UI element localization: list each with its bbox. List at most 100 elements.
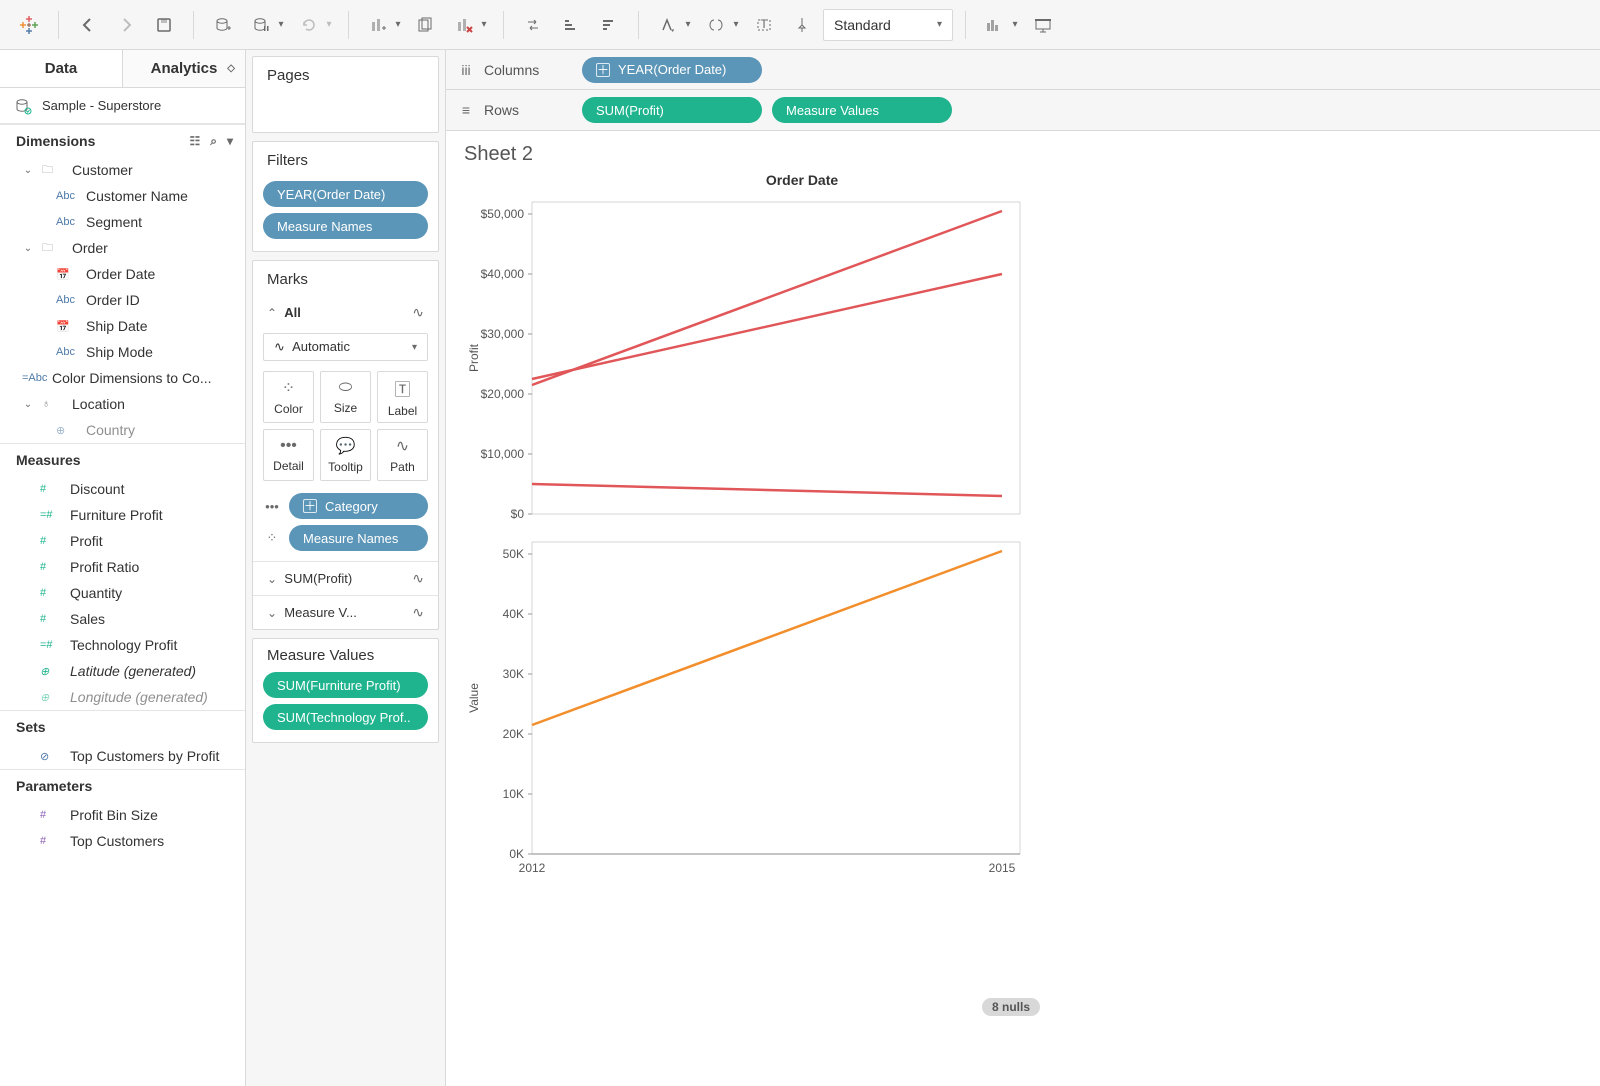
mv-pill-technology[interactable]: SUM(Technology Prof..: [263, 704, 428, 730]
marks-measure-values-toggle[interactable]: ⌄ Measure V... ∿: [253, 595, 438, 629]
field-technology-profit[interactable]: =#Technology Profit: [0, 632, 245, 658]
highlight-button[interactable]: [651, 8, 685, 42]
mark-color-button[interactable]: ⁘Color: [263, 371, 314, 423]
chart-svg[interactable]: $0$10,000$20,000$30,000$40,000$50,000Pro…: [462, 190, 1102, 910]
presentation-mode-button[interactable]: [1026, 8, 1060, 42]
mv-pill-furniture[interactable]: SUM(Furniture Profit): [263, 672, 428, 698]
field-group-order[interactable]: ⌄🗀Order: [0, 235, 245, 261]
save-button[interactable]: [147, 8, 181, 42]
field-top-customers-set[interactable]: ⊘Top Customers by Profit: [0, 743, 245, 769]
pause-datasource-button[interactable]: [244, 8, 278, 42]
field-customer-name[interactable]: AbcCustomer Name: [0, 183, 245, 209]
field-top-customers-param[interactable]: #Top Customers: [0, 828, 245, 854]
svg-text:Value: Value: [467, 683, 481, 713]
row-pill-sum-profit[interactable]: SUM(Profit): [582, 97, 762, 123]
chart[interactable]: Order Date $0$10,000$20,000$30,000$40,00…: [462, 172, 1584, 910]
field-sales[interactable]: #Sales: [0, 606, 245, 632]
field-ship-mode[interactable]: AbcShip Mode: [0, 339, 245, 365]
mark-size-button[interactable]: ⬭Size: [320, 371, 371, 423]
mark-label-button[interactable]: 🅃Label: [377, 371, 428, 423]
mark-path-button[interactable]: ∿Path: [377, 429, 428, 481]
field-profit-ratio[interactable]: #Profit Ratio: [0, 554, 245, 580]
field-order-id[interactable]: AbcOrder ID: [0, 287, 245, 313]
tableau-logo[interactable]: [12, 8, 46, 42]
view-as-list-icon[interactable]: ☷: [189, 134, 200, 149]
dropdown-icon[interactable]: ▾: [227, 134, 233, 149]
dropdown-icon[interactable]: ▾: [322, 19, 336, 30]
svg-text:$40,000: $40,000: [481, 267, 525, 281]
swap-axes-button[interactable]: [516, 8, 550, 42]
measure-values-card[interactable]: Measure Values SUM(Furniture Profit) SUM…: [252, 638, 439, 743]
datasource-row[interactable]: Sample - Superstore: [0, 88, 245, 124]
clear-sheet-button[interactable]: [447, 8, 481, 42]
globe-icon: ⊕: [40, 665, 62, 678]
sheet-title[interactable]: Sheet 2: [464, 143, 1584, 166]
field-longitude[interactable]: ⊕Longitude (generated): [0, 684, 245, 710]
measures-header: Measures: [16, 452, 81, 468]
data-pane: Data Analytics◇ Sample - Superstore Dime…: [0, 50, 246, 1086]
number-icon: #: [40, 535, 62, 547]
number-icon: #: [40, 483, 62, 495]
mark-detail-button[interactable]: •••Detail: [263, 429, 314, 481]
svg-text:Profit: Profit: [467, 343, 481, 372]
field-color-dimensions[interactable]: =AbcColor Dimensions to Co...: [0, 365, 245, 391]
chevron-down-icon: ⌄: [22, 165, 34, 176]
path-icon: ∿: [396, 436, 409, 456]
filter-pill-year[interactable]: YEAR(Order Date): [263, 181, 428, 207]
svg-text:50K: 50K: [503, 547, 524, 561]
calc-number-icon: =#: [40, 639, 62, 651]
new-datasource-button[interactable]: [206, 8, 240, 42]
chevron-down-icon: ▾: [412, 342, 417, 353]
sort-desc-button[interactable]: [592, 8, 626, 42]
search-icon[interactable]: ⌕: [210, 134, 217, 149]
show-labels-button[interactable]: T: [747, 8, 781, 42]
back-button[interactable]: [71, 8, 105, 42]
filters-card[interactable]: Filters YEAR(Order Date) Measure Names: [252, 141, 439, 252]
field-ship-date[interactable]: 📅Ship Date: [0, 313, 245, 339]
detail-icon: •••: [263, 499, 281, 514]
nulls-badge[interactable]: 8 nulls: [982, 998, 1040, 1016]
duplicate-sheet-button[interactable]: [409, 8, 443, 42]
pages-card[interactable]: Pages: [252, 56, 439, 133]
group-button[interactable]: [699, 8, 733, 42]
mark-type-selector[interactable]: ∿ Automatic ▾: [263, 333, 428, 361]
fit-selector[interactable]: Standard ▾: [823, 9, 953, 41]
tab-data[interactable]: Data: [0, 50, 122, 87]
col-pill-year[interactable]: ＋YEAR(Order Date): [582, 57, 762, 83]
field-country[interactable]: ⊕Country: [0, 417, 245, 443]
mark-pill-measure-names[interactable]: Measure Names: [289, 525, 428, 551]
new-worksheet-button[interactable]: [361, 8, 395, 42]
field-segment[interactable]: AbcSegment: [0, 209, 245, 235]
svg-text:$0: $0: [511, 507, 525, 521]
field-discount[interactable]: #Discount: [0, 476, 245, 502]
field-quantity[interactable]: #Quantity: [0, 580, 245, 606]
hierarchy-icon: ♁: [42, 398, 64, 410]
field-order-date[interactable]: 📅Order Date: [0, 261, 245, 287]
filter-pill-measure-names[interactable]: Measure Names: [263, 213, 428, 239]
sort-asc-button[interactable]: [554, 8, 588, 42]
row-pill-measure-values[interactable]: Measure Values: [772, 97, 952, 123]
line-icon: ∿: [412, 570, 424, 587]
number-icon: #: [40, 613, 62, 625]
field-group-location[interactable]: ⌄♁Location: [0, 391, 245, 417]
show-me-button[interactable]: [978, 8, 1012, 42]
field-furniture-profit[interactable]: =#Furniture Profit: [0, 502, 245, 528]
tab-analytics[interactable]: Analytics◇: [122, 50, 245, 87]
mark-tooltip-button[interactable]: 💬Tooltip: [320, 429, 371, 481]
marks-sum-profit-toggle[interactable]: ⌄ SUM(Profit) ∿: [253, 561, 438, 595]
mark-pill-category[interactable]: ＋Category: [289, 493, 428, 519]
x-axis-title: Order Date: [522, 172, 1082, 188]
forward-button[interactable]: [109, 8, 143, 42]
columns-shelf[interactable]: iiiColumns ＋YEAR(Order Date): [446, 50, 1600, 90]
field-profit-bin-size[interactable]: #Profit Bin Size: [0, 802, 245, 828]
refresh-button[interactable]: [292, 8, 326, 42]
fit-selector-label: Standard: [834, 17, 891, 33]
svg-text:10K: 10K: [503, 787, 524, 801]
marks-all-toggle[interactable]: ⌃ All ∿: [253, 296, 438, 329]
field-group-customer[interactable]: ⌄🗀Customer: [0, 157, 245, 183]
field-latitude[interactable]: ⊕Latitude (generated): [0, 658, 245, 684]
pin-button[interactable]: [785, 8, 819, 42]
marks-card: Marks ⌃ All ∿ ∿ Automatic ▾ ⁘Color ⬭Size…: [252, 260, 439, 630]
rows-shelf[interactable]: ≡Rows SUM(Profit) Measure Values: [446, 90, 1600, 130]
field-profit[interactable]: #Profit: [0, 528, 245, 554]
